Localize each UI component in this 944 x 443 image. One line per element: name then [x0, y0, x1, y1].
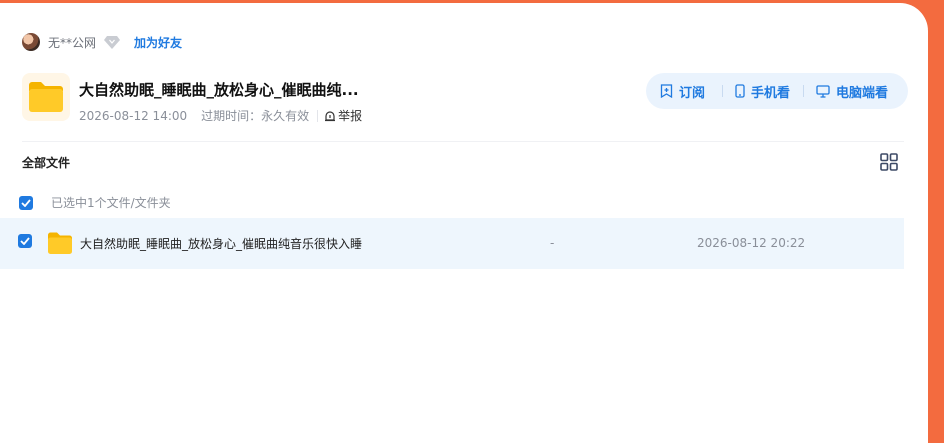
- add-friend-link[interactable]: 加为好友: [134, 34, 182, 51]
- expiry-label: 过期时间：: [201, 109, 262, 123]
- check-icon: [21, 198, 31, 207]
- mobile-view-label: 手机看: [751, 85, 791, 101]
- grid-view-icon[interactable]: [880, 153, 898, 171]
- action-divider: [803, 85, 805, 97]
- file-name[interactable]: 大自然助眠_睡眠曲_放松身心_催眠曲纯音乐很快入睡: [80, 235, 362, 252]
- report-icon: [325, 110, 336, 121]
- share-date: 2026-08-12 14:00: [79, 108, 188, 123]
- header-divider: [22, 141, 904, 142]
- selection-count: 已选中1个文件/文件夹: [51, 196, 171, 210]
- meta-divider: [317, 109, 319, 122]
- desktop-view-label: 电脑端看: [836, 85, 889, 101]
- avatar[interactable]: [22, 33, 40, 51]
- bookmark-plus-icon: [660, 84, 673, 98]
- subscribe-button[interactable]: 订阅: [660, 82, 705, 101]
- report-label: 举报: [338, 109, 363, 123]
- all-files-title: 全部文件: [22, 156, 71, 170]
- folder-icon: [22, 73, 70, 121]
- file-size: -: [550, 236, 555, 250]
- mobile-view-button[interactable]: 手机看: [735, 82, 790, 101]
- select-all-checkbox[interactable]: [19, 195, 33, 210]
- table-row[interactable]: 大自然助眠_睡眠曲_放松身心_催眠曲纯音乐很快入睡 - 2026-08-12 2…: [0, 218, 904, 269]
- check-icon: [20, 237, 30, 245]
- desktop-view-button[interactable]: 电脑端看: [816, 82, 888, 101]
- expiry-value: 永久有效: [261, 109, 310, 123]
- phone-icon: [735, 84, 745, 98]
- file-date: 2026-08-12 20:22: [697, 236, 806, 250]
- subscribe-label: 订阅: [679, 85, 706, 101]
- share-card: 无**公网 加为好友 大自然助眠_睡眠曲_放松身心_催眠曲纯... 2026-0…: [0, 3, 928, 443]
- share-title: 大自然助眠_睡眠曲_放松身心_催眠曲纯...: [79, 81, 359, 99]
- action-divider: [722, 85, 724, 97]
- vip-diamond-icon: [104, 34, 121, 50]
- report-button[interactable]: 举报: [324, 107, 362, 124]
- folder-icon: [47, 231, 73, 255]
- monitor-icon: [816, 84, 830, 98]
- row-checkbox[interactable]: [18, 234, 32, 248]
- selection-bar: 已选中1个文件/文件夹: [19, 194, 171, 211]
- user-info: 无**公网 加为好友: [22, 32, 182, 52]
- user-name: 无**公网: [48, 35, 97, 50]
- action-bar: 订阅 手机看 电脑端看: [646, 73, 908, 109]
- share-meta: 2026-08-12 14:00 过期时间： 永久有效 举报: [79, 107, 362, 124]
